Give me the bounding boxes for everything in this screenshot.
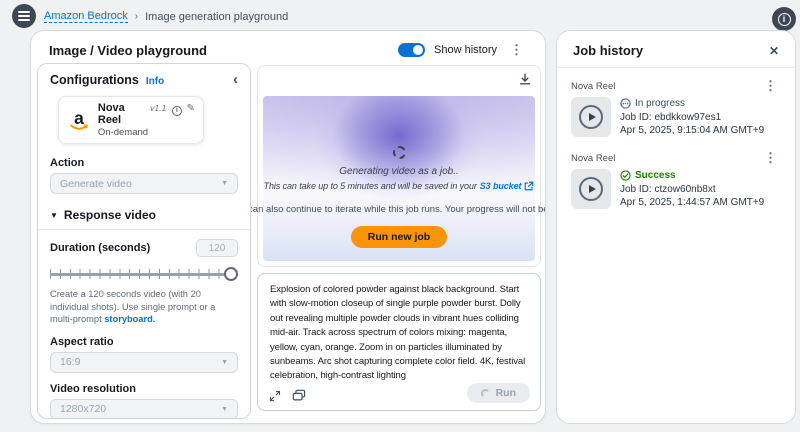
play-icon	[579, 177, 603, 201]
slider-track	[50, 273, 238, 276]
job-timestamp: Apr 5, 2025, 9:15:04 AM GMT+9	[620, 125, 764, 136]
job-menu-button[interactable]: ⋮	[760, 78, 781, 94]
loading-spinner-icon	[393, 146, 406, 159]
model-selector-card[interactable]: a Nova Reel v1.1 i ✎ On-demand	[58, 96, 204, 144]
video-preview-card: Generating video as a job.. This can tak…	[257, 65, 541, 267]
copy-button[interactable]	[292, 389, 306, 402]
breadcrumb-current: Image generation playground	[145, 11, 288, 23]
external-link-icon	[524, 181, 534, 191]
success-check-icon	[620, 170, 631, 181]
job-model-name: Nova Reel	[571, 153, 615, 164]
job-id: Job ID: ebdkkow97es1	[620, 112, 764, 123]
storyboard-link[interactable]: storyboard.	[104, 314, 155, 324]
action-select-value: Generate video	[60, 178, 132, 190]
job-timestamp: Apr 5, 2025, 1:44:57 AM GMT+9	[620, 197, 764, 208]
collapse-panel-icon[interactable]: ‹	[233, 75, 238, 85]
expand-icon	[269, 390, 281, 402]
play-icon	[579, 105, 603, 129]
status-badge: In progress	[620, 98, 764, 109]
chevron-down-icon: ▼	[221, 180, 228, 187]
hamburger-menu-button[interactable]	[12, 4, 36, 28]
chevron-down-icon: ▼	[221, 359, 228, 366]
download-button[interactable]	[518, 72, 532, 86]
close-icon[interactable]: ✕	[769, 44, 779, 58]
aspect-ratio-value: 16:9	[60, 356, 80, 368]
show-history-label: Show history	[434, 44, 497, 56]
breadcrumb-link-bedrock[interactable]: Amazon Bedrock	[44, 10, 128, 23]
duration-label: Duration (seconds)	[50, 242, 150, 254]
configurations-panel: Configurations Info ‹ a Nova Reel v1.1 i…	[37, 63, 251, 419]
s3-bucket-link[interactable]: S3 bucket	[480, 181, 522, 191]
aspect-ratio-label: Aspect ratio	[50, 336, 238, 348]
video-resolution-select[interactable]: 1280x720 ▼	[50, 399, 238, 420]
model-version: v1.1	[150, 103, 166, 113]
job-menu-button[interactable]: ⋮	[760, 150, 781, 166]
section-caret-icon: ▼	[50, 211, 58, 220]
duration-help-text: Create a 120 seconds video (with 20 indi…	[50, 288, 238, 326]
run-button[interactable]: Run	[467, 383, 530, 403]
breadcrumb: Amazon Bedrock › Image generation playgr…	[44, 10, 288, 23]
in-progress-icon	[620, 98, 631, 109]
action-select[interactable]: Generate video ▼	[50, 173, 238, 194]
slider-handle[interactable]	[224, 267, 238, 281]
response-video-title: Response video	[64, 208, 156, 222]
model-throughput: On-demand	[98, 127, 195, 138]
edit-model-icon[interactable]: ✎	[187, 103, 195, 114]
response-video-section-toggle[interactable]: ▼ Response video	[50, 208, 238, 222]
video-resolution-label: Video resolution	[50, 383, 238, 395]
generating-status-text: Generating video as a job..	[339, 166, 459, 177]
playground-header: Image / Video playground Show history ⋮	[31, 31, 545, 66]
job-history-item: Nova Reel ⋮ In progress Job ID: ebdkkow9	[571, 78, 781, 137]
run-spinner-icon	[481, 389, 490, 398]
playground-menu-button[interactable]: ⋮	[506, 42, 527, 58]
playground-panel: Image / Video playground Show history ⋮ …	[30, 30, 546, 424]
breadcrumb-separator-icon: ›	[135, 11, 138, 22]
video-resolution-value: 1280x720	[60, 403, 106, 415]
info-panel-button[interactable]: i	[772, 7, 796, 31]
configurations-title: Configurations	[50, 73, 139, 87]
prompt-box: Explosion of colored powder against blac…	[257, 273, 541, 411]
svg-text:a: a	[74, 108, 84, 128]
info-icon: i	[778, 13, 791, 26]
hamburger-icon	[18, 15, 30, 17]
amazon-logo-icon: a	[67, 108, 91, 133]
duration-value-field[interactable]: 120	[196, 239, 238, 257]
show-history-toggle[interactable]	[398, 43, 425, 57]
action-label: Action	[50, 157, 238, 169]
duration-slider[interactable]	[50, 267, 238, 281]
job-history-panel: Job history ✕ Nova Reel ⋮ In p	[556, 30, 796, 424]
page-title: Image / Video playground	[49, 43, 207, 58]
job-video-thumbnail[interactable]	[571, 97, 611, 137]
job-video-thumbnail[interactable]	[571, 169, 611, 209]
generation-preview-area: Generating video as a job.. This can tak…	[263, 96, 535, 261]
download-icon	[518, 72, 532, 86]
job-model-name: Nova Reel	[571, 81, 615, 92]
chevron-down-icon: ▼	[221, 406, 228, 413]
section-divider	[38, 229, 250, 230]
iterate-note-text: You can also continue to iterate while t…	[209, 203, 546, 216]
aspect-ratio-select[interactable]: 16:9 ▼	[50, 352, 238, 373]
run-new-job-button[interactable]: Run new job	[351, 226, 447, 248]
copy-stack-icon	[292, 389, 306, 402]
job-history-title: Job history	[573, 43, 643, 58]
configurations-info-link[interactable]: Info	[146, 76, 164, 87]
status-badge: Success	[620, 170, 764, 181]
generation-detail-text: This can take up to 5 minutes and will b…	[264, 181, 535, 191]
expand-button[interactable]	[269, 390, 281, 402]
prompt-input[interactable]: Explosion of colored powder against blac…	[270, 283, 528, 380]
model-name: Nova Reel	[98, 102, 147, 126]
job-id: Job ID: ctzow60nb8xt	[620, 184, 764, 195]
model-info-icon[interactable]: i	[172, 106, 181, 116]
toggle-knob	[413, 45, 423, 55]
job-history-item: Nova Reel ⋮ Success Job ID: ctzow60nb8xt	[571, 150, 781, 209]
